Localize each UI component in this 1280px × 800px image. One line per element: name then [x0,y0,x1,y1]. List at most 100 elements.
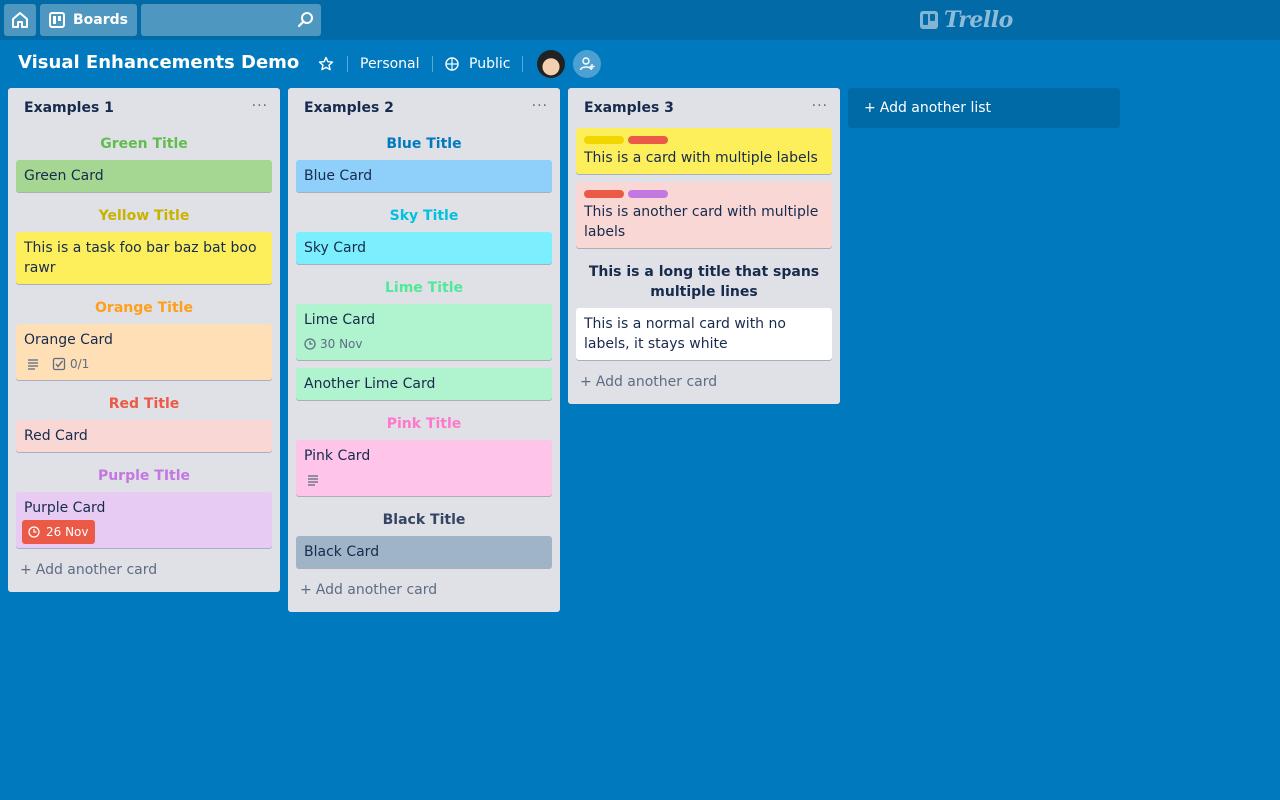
team-label: Personal [360,56,420,72]
search-icon[interactable] [297,11,315,29]
invite-button[interactable] [573,50,601,78]
home-button[interactable] [4,4,36,36]
description-icon [26,357,40,371]
list-header: Examples 1 ··· [8,88,280,128]
card-badges: 0/1 [24,354,264,374]
card-text: This is a normal card with no labels, it… [584,316,786,352]
list-cards: Green Title Green Card Yellow Title This is… [8,128,280,548]
list-title[interactable]: Examples 1 [24,100,114,116]
list-header: Examples 3 ··· [568,88,840,128]
list-cards: This is a card with multiple labels This … [568,128,840,360]
card-text: Pink Card [304,448,371,464]
search-input[interactable] [141,4,291,36]
card-badges: 30 Nov [304,334,544,354]
card[interactable]: Orange Card 0/1 [16,324,272,380]
visibility-label: Public [469,56,511,72]
add-card-label: Add another card [35,562,158,578]
trello-logo-icon [920,11,938,29]
due-date-text: 30 Nov [320,337,363,351]
list-menu-icon[interactable]: ··· [812,98,828,114]
list-examples-3: Examples 3 ··· This is a card with multi… [568,88,840,404]
divider [432,56,433,72]
card[interactable]: Purple Card 26 Nov [16,492,272,548]
list-examples-2: Examples 2 ··· Blue Title Blue Card Sky Ti… [288,88,560,612]
section-title[interactable]: Lime Title [288,272,560,304]
card[interactable]: Black Card [296,536,552,568]
plus-icon: + [20,562,32,578]
member-avatar[interactable] [537,50,565,78]
card-badges: 26 Nov [22,520,264,544]
card-text: Lime Card [304,312,376,328]
checklist-count: 0/1 [70,357,90,371]
card[interactable]: This is a normal card with no labels, it… [576,308,832,360]
card-text: Sky Card [304,240,366,256]
card[interactable]: This is a card with multiple labels [576,128,832,174]
boards-button[interactable]: Boards [40,4,137,36]
add-list-button[interactable]: + Add another list [848,88,1120,128]
card-label[interactable] [628,190,668,198]
card-badges [304,470,544,490]
section-title[interactable]: Pink Title [288,408,560,440]
section-title[interactable]: Black Title [288,504,560,536]
card[interactable]: Another Lime Card [296,368,552,400]
trello-logo[interactable]: Trello [920,7,1013,33]
checklist-icon [52,357,66,371]
card[interactable]: Green Card [16,160,272,192]
boards-icon [49,12,65,28]
add-member-icon [579,57,595,71]
card[interactable]: This is a task foo bar baz bat boo rawr [16,232,272,284]
add-list-label: Add another list [879,100,992,116]
divider [522,56,523,72]
card-label[interactable] [584,190,624,198]
card-text: Another Lime Card [304,376,436,392]
section-title[interactable]: Sky Title [288,200,560,232]
visibility-button[interactable]: Public [445,50,510,78]
card[interactable]: Pink Card [296,440,552,496]
list-examples-1: Examples 1 ··· Green Title Green Card Yell… [8,88,280,592]
section-title[interactable]: Blue Title [288,128,560,160]
checklist-badge: 0/1 [52,354,89,374]
section-title[interactable]: Orange Title [8,292,280,324]
plus-icon: + [300,582,312,598]
due-date-badge[interactable]: 26 Nov [22,520,95,544]
clock-icon [28,526,40,538]
due-date-badge[interactable]: 30 Nov [304,334,363,354]
card-label[interactable] [628,136,668,144]
card[interactable]: This is another card with multiple label… [576,182,832,248]
team-button[interactable]: Personal [360,50,420,78]
card-text: Red Card [24,428,88,444]
add-card-label: Add another card [595,374,718,390]
star-icon [318,56,334,71]
due-date-text: 26 Nov [46,525,89,539]
list-title[interactable]: Examples 3 [584,100,674,116]
card[interactable]: Red Card [16,420,272,452]
section-title[interactable]: Yellow Title [8,200,280,232]
list-title[interactable]: Examples 2 [304,100,394,116]
star-button[interactable] [318,50,336,78]
add-card-button[interactable]: + Add another card [576,368,832,396]
add-card-label: Add another card [315,582,438,598]
add-card-button[interactable]: + Add another card [16,556,272,584]
plus-icon: + [580,374,592,390]
card-text: Orange Card [24,332,113,348]
card[interactable]: Sky Card [296,232,552,264]
section-title[interactable]: Purple TItle [8,460,280,492]
list-cards: Blue Title Blue Card Sky Title Sky Card Lime… [288,128,560,568]
card[interactable]: Blue Card [296,160,552,192]
plus-icon: + [864,100,876,116]
section-title[interactable]: This is a long title that spans multiple… [568,256,840,308]
boards-label: Boards [73,12,128,28]
card-labels [584,190,824,198]
add-card-button[interactable]: + Add another card [296,576,552,604]
board-title[interactable]: Visual Enhancements Demo [18,52,299,73]
list-menu-icon[interactable]: ··· [532,98,548,114]
card[interactable]: Lime Card 30 Nov [296,304,552,360]
card-label[interactable] [584,136,624,144]
home-icon [12,12,28,28]
list-header: Examples 2 ··· [288,88,560,128]
card-text: Purple Card [24,500,106,516]
section-title[interactable]: Red Title [8,388,280,420]
card-text: Blue Card [304,168,373,184]
list-menu-icon[interactable]: ··· [252,98,268,114]
section-title[interactable]: Green Title [8,128,280,160]
